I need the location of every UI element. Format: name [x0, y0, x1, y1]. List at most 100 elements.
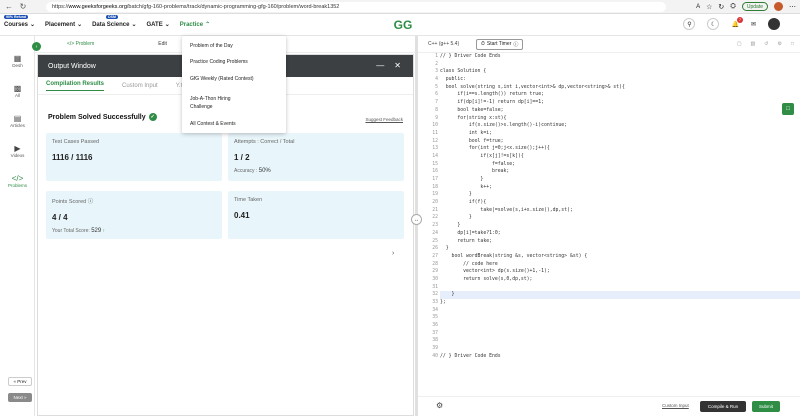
tab-compilation-results[interactable]: Compilation Results [46, 81, 105, 91]
copy-icon[interactable]: ▧ [751, 41, 756, 47]
code-line: break; [440, 169, 510, 175]
total-score-line: Your Total Score: 529 ↑ [52, 228, 216, 234]
reset-icon[interactable]: ↺ [764, 41, 768, 47]
tab-problem[interactable]: </> Problem [67, 41, 94, 47]
user-avatar[interactable] [768, 18, 780, 30]
nav-practice[interactable]: Practice ⌃ [180, 21, 210, 29]
article-icon: ▤ [13, 114, 22, 123]
url-domain: www.geeksforgeeks.org [68, 4, 127, 10]
code-area[interactable]: // } Driver Code Ends class Solution { pu… [440, 53, 800, 361]
time-card: Time Taken 0.41 [228, 191, 404, 239]
nav-placement[interactable]: Placement ⌄ [45, 21, 82, 29]
sidebar-item-all[interactable]: ▩ All [0, 76, 35, 106]
line-number: 38 [432, 338, 438, 344]
code-line: } [440, 192, 472, 198]
line-number: 5 [435, 84, 438, 90]
menu-item-gfg-weekly[interactable]: GfG Weekly (Rated Contest) [182, 76, 286, 82]
menu-item-all-contests[interactable]: All Contest & Events [182, 121, 286, 127]
line-number-gutter: 1 2 3 4 5 6 7 8 9 10 11 12 13 14 15 16 17 18 19 20 21 22 23 24 2… [418, 53, 438, 361]
tab-custom-input[interactable]: Custom Input [122, 83, 158, 89]
nav-data-science[interactable]: DSM Data Science ⌄ [92, 15, 136, 28]
notification-count: 7 [736, 16, 743, 23]
sidebar-item-articles[interactable]: ▤ Articles [0, 106, 35, 136]
search-icon[interactable]: ⚲ [683, 18, 696, 30]
code-editor-panel: C++ (g++ 5.4) ⏱ Start Timer ⓘ ▢ ▧ ↺ ⚙ □ 12… [418, 36, 800, 416]
favorite-icon[interactable]: ☆ [706, 3, 712, 11]
more-menu-icon[interactable]: ⋯ [789, 3, 796, 11]
test-cases-label: Test Cases Passed [52, 139, 100, 145]
sidebar-item-dashboard[interactable]: ▦ Desh [0, 46, 35, 76]
chat-icon[interactable]: □ [782, 103, 794, 115]
line-number: 12 [432, 138, 438, 144]
chevron-right-icon[interactable]: › [392, 250, 394, 257]
code-line: k++; [440, 184, 492, 190]
compile-run-button[interactable]: Compile & Run [700, 401, 746, 412]
total-score-label: Your Total Score: [52, 228, 90, 234]
test-cases-card: Test Cases Passed 1116 / 1116 [46, 133, 222, 181]
line-number: 37 [432, 330, 438, 336]
code-line: take|=solve(s,i+x.size(),dp,st); [440, 207, 573, 213]
next-button[interactable]: Next » [8, 393, 32, 402]
minimize-icon[interactable]: — [376, 61, 384, 70]
suggest-feedback-link[interactable]: Suggest Feedback [365, 117, 403, 122]
menu-item-practice-coding-problems[interactable]: Practice Coding Problems [182, 59, 286, 65]
code-line: // } Driver Code Ends [440, 54, 501, 59]
info-icon[interactable]: ⓘ [88, 199, 94, 205]
refresh-icon[interactable]: ↻ [18, 2, 28, 12]
left-sidebar: ▦ Desh ▩ All ▤ Articles ▶ Videos </> Problems… [0, 36, 35, 416]
sidebar-item-label: Articles [10, 123, 25, 128]
gear-icon[interactable]: ⚙ [436, 401, 443, 410]
fullscreen-icon[interactable]: ▢ [737, 41, 742, 47]
notification-bell-icon[interactable]: 🔔 7 [731, 16, 743, 28]
sidebar-item-label: Videos [10, 153, 25, 158]
start-timer-button[interactable]: ⏱ Start Timer ⓘ [476, 38, 524, 50]
resize-handle-icon[interactable]: ↔ [411, 214, 422, 225]
back-arrow-icon[interactable]: ← [4, 2, 14, 12]
close-icon[interactable]: ✕ [394, 61, 401, 70]
extensions-icon[interactable]: ⛭ [730, 3, 736, 11]
editor-toolbar: C++ (g++ 5.4) ⏱ Start Timer ⓘ ▢ ▧ ↺ ⚙ □ [418, 36, 800, 53]
line-number: 3 [435, 69, 438, 75]
code-line: } [440, 291, 800, 299]
menu-item-problem-of-the-day[interactable]: Problem of the Day [182, 43, 286, 49]
nav-courses[interactable]: 90% Refund Courses ⌄ [4, 15, 35, 28]
address-bar[interactable]: https://www.geeksforgeeks.org/batch/gfg-… [46, 2, 666, 12]
code-line: if(i==s.length()) return true; [440, 92, 544, 98]
prev-button[interactable]: « Prev [8, 377, 32, 386]
code-line: if(dp[i]!=-1) return dp[i]==1; [440, 100, 544, 106]
language-select[interactable]: C++ (g++ 5.4) [428, 41, 468, 47]
output-window-title: Output Window [48, 62, 96, 70]
profile-avatar[interactable] [774, 2, 783, 11]
line-number: 7 [435, 100, 438, 106]
messages-icon[interactable]: ✉ [751, 21, 756, 28]
time-value: 0.41 [234, 211, 250, 220]
menu-item-job-a-thon[interactable]: Job-A-Thon Hiring Challenge [182, 95, 252, 111]
sidebar-item-problems[interactable]: </> Problems [0, 166, 35, 196]
code-line: bool wordBreak(string &s, vector<string>… [440, 253, 588, 259]
line-number: 10 [432, 123, 438, 129]
window-controls: — ✕ [376, 61, 401, 70]
update-button[interactable]: Update [741, 2, 768, 11]
code-line: // } Driver Code Ends [440, 353, 501, 359]
read-aloud-icon[interactable]: A [696, 4, 700, 10]
custom-input-link[interactable]: Custom Input [662, 403, 689, 408]
bookmark-icon[interactable]: □ [791, 41, 794, 47]
collapse-arrow-icon[interactable]: › [32, 42, 41, 51]
line-number: 21 [432, 207, 438, 213]
line-number: 13 [432, 146, 438, 152]
settings-icon[interactable]: ⚙ [777, 41, 781, 47]
solved-text: Problem Solved Successfully [48, 113, 146, 121]
refresh-page-icon[interactable]: ↻ [718, 3, 724, 11]
theme-toggle-icon[interactable]: ☾ [707, 18, 720, 30]
sidebar-item-videos[interactable]: ▶ Videos [0, 136, 35, 166]
ds-badge: DSM [106, 15, 118, 19]
tab-editorial[interactable]: Edit [158, 41, 167, 47]
gfg-logo[interactable]: GG [390, 19, 416, 31]
submit-button[interactable]: Submit [752, 401, 780, 412]
nav-gate[interactable]: GATE ⌄ [146, 21, 169, 29]
code-line: if(x.size()>s.length()-i)continue; [440, 123, 568, 129]
